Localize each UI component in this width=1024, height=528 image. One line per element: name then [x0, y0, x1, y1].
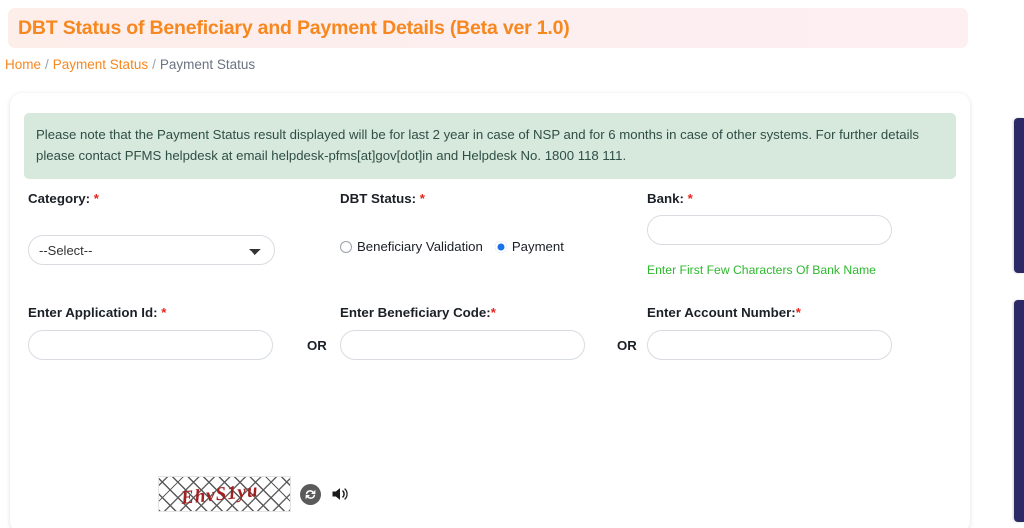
required-marker: *: [419, 191, 425, 206]
captcha-image: EhvS1yu: [158, 476, 291, 512]
breadcrumb-item-home[interactable]: Home: [5, 57, 41, 72]
required-marker: *: [687, 191, 693, 206]
radio-label: Payment: [511, 239, 564, 254]
category-label: Category: *: [28, 191, 99, 206]
field-group-bank: Bank: * Enter First Few Characters Of Ba…: [647, 191, 957, 277]
required-marker: *: [93, 191, 99, 206]
or-separator-2: OR: [617, 338, 637, 353]
breadcrumb-item-payment-status[interactable]: Payment Status: [53, 57, 148, 72]
radio-label: Beneficiary Validation: [357, 239, 483, 254]
application-id-input[interactable]: [28, 330, 273, 360]
account-number-label: Enter Account Number:*: [647, 305, 801, 320]
field-group-dbt-status: DBT Status: * Beneficiary Validation Pay…: [340, 191, 650, 254]
required-marker: *: [795, 305, 801, 320]
bank-input[interactable]: [647, 215, 892, 245]
radio-beneficiary-validation[interactable]: Beneficiary Validation: [340, 239, 483, 254]
form-card: Please note that the Payment Status resu…: [10, 93, 970, 528]
page-title: DBT Status of Beneficiary and Payment De…: [18, 16, 570, 39]
refresh-icon[interactable]: [300, 483, 321, 505]
notice-banner: Please note that the Payment Status resu…: [24, 113, 956, 179]
beneficiary-code-input[interactable]: [340, 330, 585, 360]
required-marker: *: [161, 305, 167, 320]
bank-label: Bank: *: [647, 191, 693, 206]
captcha-area: EhvS1yu: [158, 476, 350, 512]
breadcrumb-separator: /: [45, 57, 49, 72]
page-root: DBT Status of Beneficiary and Payment De…: [0, 0, 1024, 528]
radio-dot-icon-selected[interactable]: [494, 240, 507, 253]
account-number-input[interactable]: [647, 330, 892, 360]
or-separator-1: OR: [307, 338, 327, 353]
dbt-status-label: DBT Status: *: [340, 191, 425, 206]
radio-payment[interactable]: Payment: [494, 239, 564, 254]
field-group-account-number: Enter Account Number:*: [647, 305, 957, 360]
field-group-category: Category: * --Select--: [28, 191, 338, 265]
field-group-beneficiary-code: Enter Beneficiary Code:*: [340, 305, 650, 360]
field-group-application-id: Enter Application Id: *: [28, 305, 338, 360]
dbt-status-radio-group: Beneficiary Validation Payment: [340, 239, 650, 254]
side-tab-upper[interactable]: [1014, 118, 1024, 273]
breadcrumb-current: Payment Status: [159, 57, 256, 72]
application-id-label: Enter Application Id: *: [28, 305, 167, 320]
breadcrumb: Home / Payment Status / Payment Status: [5, 57, 255, 72]
required-marker: *: [490, 305, 496, 320]
side-tab-lower[interactable]: [1014, 300, 1024, 522]
speaker-icon[interactable]: [330, 484, 350, 504]
page-title-banner: DBT Status of Beneficiary and Payment De…: [8, 8, 968, 48]
breadcrumb-separator: /: [152, 57, 156, 72]
radio-dot-icon[interactable]: [340, 240, 352, 253]
beneficiary-code-label: Enter Beneficiary Code:*: [340, 305, 496, 320]
bank-helper-text: Enter First Few Characters Of Bank Name: [647, 263, 876, 277]
category-select[interactable]: --Select--: [28, 235, 275, 265]
